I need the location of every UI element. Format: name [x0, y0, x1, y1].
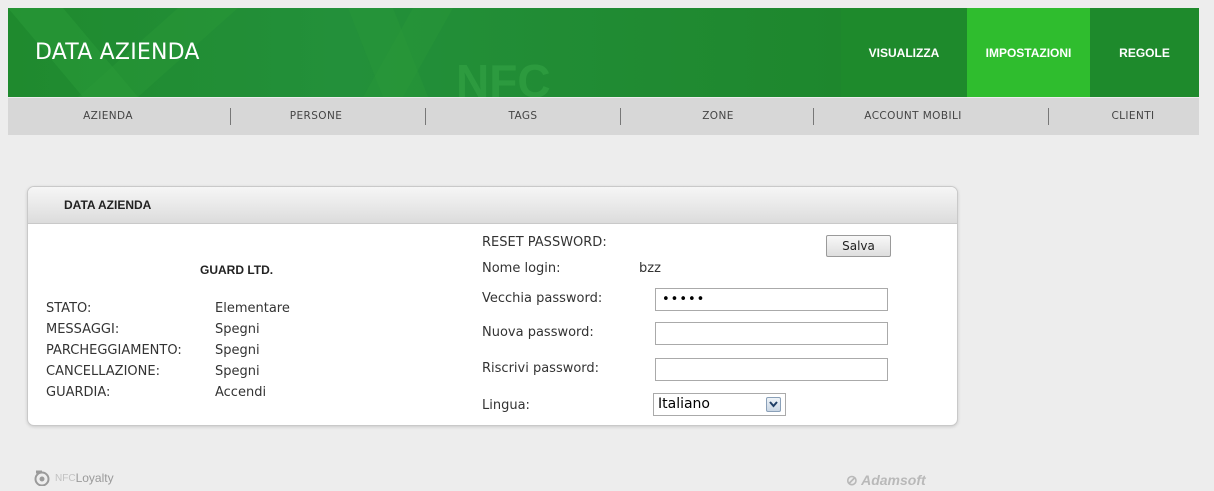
language-select[interactable]: Italiano — [653, 393, 786, 416]
old-password-field[interactable] — [655, 288, 888, 311]
sub-nav: AZIENDA PERSONE TAGS ZONE ACCOUNT MOBILI… — [8, 98, 1199, 135]
subnav-persone[interactable]: PERSONE — [246, 98, 386, 135]
subnav-account-mobili[interactable]: ACCOUNT MOBILI — [833, 98, 993, 135]
new-password-label: Nuova password: — [482, 325, 594, 340]
adamsoft-logo: ⊘ Adamsoft — [846, 472, 926, 489]
status-key: CANCELLAZIONE: — [46, 364, 160, 379]
nfc-loyalty-logo: NFC Loyalty — [33, 470, 114, 486]
subnav-separator — [425, 108, 426, 125]
status-value: Spegni — [215, 322, 260, 337]
new-password-field[interactable] — [655, 322, 888, 345]
reset-password-label: RESET PASSWORD: — [482, 235, 607, 250]
status-value: Accendi — [215, 385, 267, 400]
chevron-down-icon[interactable] — [766, 397, 781, 412]
nfc-logo-prefix: NFC — [55, 472, 76, 484]
adamsoft-swirl-icon: ⊘ — [846, 472, 858, 488]
language-label: Lingua: — [482, 398, 530, 413]
login-name-label: Nome login: — [482, 261, 561, 276]
repeat-password-field[interactable] — [655, 358, 888, 381]
top-nav: VISUALIZZA IMPOSTAZIONI REGOLE — [841, 8, 1199, 97]
subnav-separator — [620, 108, 621, 125]
panel-title: DATA AZIENDA — [64, 198, 152, 212]
status-value: Spegni — [215, 364, 260, 379]
language-select-value: Italiano — [658, 396, 710, 412]
old-password-label: Vecchia password: — [482, 291, 603, 306]
adamsoft-logo-text: Adamsoft — [861, 472, 926, 488]
subnav-zone[interactable]: ZONE — [658, 98, 778, 135]
status-key: PARCHEGGIAMENTO: — [46, 343, 182, 358]
subnav-azienda[interactable]: AZIENDA — [48, 98, 168, 135]
status-value: Spegni — [215, 343, 260, 358]
nav-regole[interactable]: REGOLE — [1090, 8, 1199, 97]
company-data-panel: DATA AZIENDA GUARD LTD. STATO: Elementar… — [27, 186, 958, 426]
header-bar: NFC DATA AZIENDA VISUALIZZA IMPOSTAZIONI… — [8, 8, 1199, 97]
panel-header: DATA AZIENDA — [28, 187, 957, 224]
nfc-logo-text: Loyalty — [75, 471, 114, 485]
status-value: Elementare — [215, 301, 290, 316]
app-title: DATA AZIENDA — [35, 40, 200, 65]
subnav-separator — [813, 108, 814, 125]
company-name: GUARD LTD. — [200, 263, 274, 277]
login-name-value: bzz — [639, 261, 661, 276]
camera-icon — [34, 470, 50, 486]
save-button[interactable]: Salva — [826, 235, 891, 257]
status-key: GUARDIA: — [46, 385, 111, 400]
subnav-separator — [230, 108, 231, 125]
svg-text:NFC: NFC — [456, 55, 551, 97]
status-key: MESSAGGI: — [46, 322, 120, 337]
status-key: STATO: — [46, 301, 92, 316]
nav-visualizza[interactable]: VISUALIZZA — [841, 8, 967, 97]
subnav-separator — [1048, 108, 1049, 125]
nav-impostazioni[interactable]: IMPOSTAZIONI — [967, 8, 1090, 97]
repeat-password-label: Riscrivi password: — [482, 361, 600, 376]
subnav-clienti[interactable]: CLIENTI — [1093, 98, 1173, 135]
subnav-tags[interactable]: TAGS — [468, 98, 578, 135]
